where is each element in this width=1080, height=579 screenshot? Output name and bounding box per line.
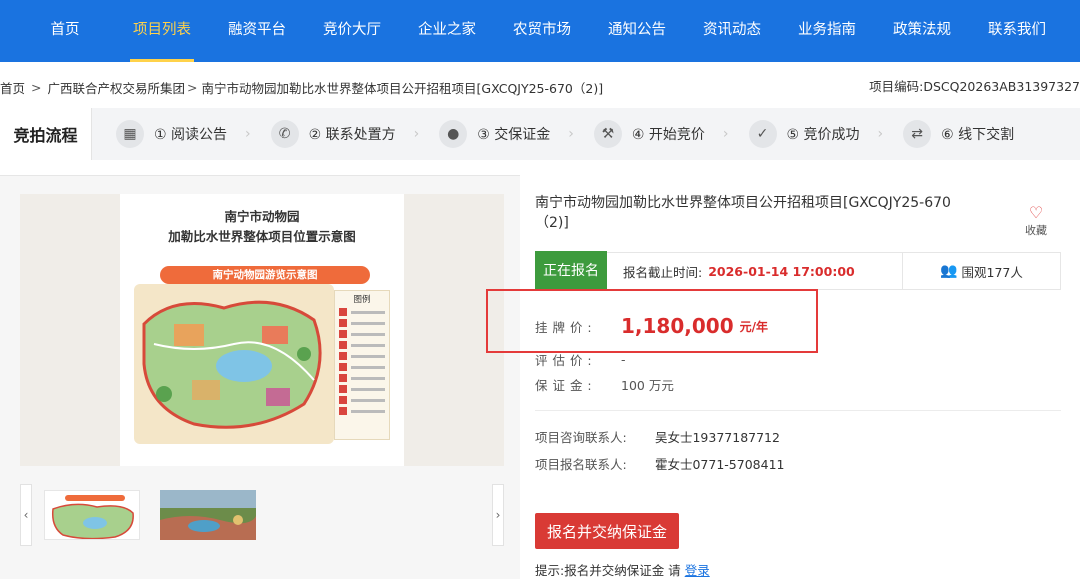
chevron-right-icon: ›: [413, 126, 420, 142]
viewers-label: 围观177人: [961, 264, 1023, 280]
price-unit: 元/年: [739, 319, 768, 334]
favorite-button[interactable]: ♡ 收藏: [1010, 204, 1062, 238]
deposit-row: 保 证 金 : 100 万元: [535, 375, 674, 394]
main-image[interactable]: 南宁市动物园 加勒比水世界整体项目位置示意图 南宁动物园游览示意图 图例: [120, 194, 404, 466]
map-banner: 南宁动物园游览示意图: [160, 266, 370, 284]
nav-item-agri-market[interactable]: 农贸市场: [510, 0, 574, 62]
gavel-icon: ⚒: [593, 120, 622, 148]
thumbnail-aerial-photo[interactable]: [160, 490, 256, 540]
appraisal-value: -: [621, 352, 626, 367]
legend-row: [339, 341, 385, 349]
flow-step-offline-delivery: ⇄ ⑥ 线下交割: [903, 120, 1014, 148]
divider: [535, 410, 1061, 411]
nav-item-enterprise[interactable]: 企业之家: [384, 0, 510, 62]
deadline-value: 2026-01-14 17:00:00: [708, 263, 855, 279]
register-and-pay-deposit-button[interactable]: 报名并交纳保证金: [535, 513, 679, 549]
phone-icon: ✆: [270, 120, 299, 148]
check-icon: ✓: [748, 120, 777, 148]
favorite-label: 收藏: [1025, 224, 1047, 237]
auction-flow-bar: 竞拍流程 ▦ ① 阅读公告 › ✆ ② 联系处置方 › ● ③ 交保证金 › ⚒…: [0, 108, 1080, 160]
map-legend: 图例: [334, 290, 390, 440]
legend-row: [339, 396, 385, 404]
flow-step-label: ① 阅读公告: [154, 127, 228, 143]
deposit-label: 保 证 金 :: [535, 378, 593, 393]
status-badge: 正在报名: [535, 251, 607, 289]
flow-step-label: ② 联系处置方: [308, 127, 396, 143]
park-map-illustration: [134, 284, 334, 444]
flow-title: 竞拍流程: [0, 108, 92, 160]
listing-price-label: 挂 牌 价 :: [535, 319, 593, 335]
login-tip: 提示:报名并交纳保证金 请登录: [535, 560, 710, 579]
legend-row: [339, 319, 385, 327]
breadcrumb-home[interactable]: 首页: [0, 78, 25, 97]
thumbnail-strip: ‹ ›: [20, 484, 504, 546]
status-row: 正在报名 报名截止时间: 2026-01-14 17:00:00 👥 围观177…: [535, 251, 1061, 290]
register-contact-row: 项目报名联系人: 霍女士0771-5708411: [535, 454, 784, 473]
consult-contact-value: 吴女士19377187712: [654, 430, 780, 445]
map-title-line1: 南宁市动物园: [224, 209, 300, 224]
nav-item-financing[interactable]: 融资平台: [194, 0, 320, 62]
announcement-icon: ▦: [116, 120, 144, 148]
flow-step-label: ⑥ 线下交割: [941, 127, 1015, 143]
chevron-right-icon: ›: [877, 126, 884, 142]
legend-row: [339, 374, 385, 382]
thumbnail-prev-arrow[interactable]: ‹: [20, 484, 32, 546]
flow-step-label: ⑤ 竞价成功: [786, 127, 860, 143]
tip-text: 提示:报名并交纳保证金 请: [535, 563, 681, 578]
legend-row: [339, 363, 385, 371]
chevron-right-icon: ›: [568, 126, 574, 142]
listing-price-value: 1,180,000: [621, 314, 734, 338]
breadcrumb-separator: >: [31, 79, 42, 95]
legend-row: [339, 385, 385, 393]
heart-icon: ♡: [1028, 203, 1044, 222]
flow-step-bid-success: ✓ ⑤ 竞价成功 ›: [748, 120, 884, 148]
nav-item-policy[interactable]: 政策法规: [890, 0, 954, 62]
flow-step-label: ③ 交保证金: [477, 127, 551, 143]
appraisal-label: 评 估 价 :: [535, 353, 593, 368]
thumbnail-next-arrow[interactable]: ›: [492, 484, 504, 546]
nav-item-notices[interactable]: 通知公告: [574, 0, 700, 62]
nav-item-guide[interactable]: 业务指南: [764, 0, 890, 62]
coins-icon: ●: [439, 120, 468, 148]
nav-item-contact[interactable]: 联系我们: [954, 0, 1080, 62]
legend-title: 图例: [353, 295, 371, 305]
breadcrumb-separator: >: [187, 79, 198, 95]
appraisal-row: 评 估 价 : -: [535, 350, 626, 369]
legend-row: [339, 407, 385, 415]
flow-step-label: ④ 开始竞价: [631, 127, 705, 143]
breadcrumb: 首页 > 广西联合产权交易所集团 > 南宁市动物园加勒比水世界整体项目公开招租项…: [0, 76, 1080, 98]
register-contact-label: 项目报名联系人:: [535, 457, 627, 472]
legend-row: [339, 330, 385, 338]
flow-step-contact: ✆ ② 联系处置方 ›: [270, 120, 420, 148]
consult-contact-label: 项目咨询联系人:: [535, 430, 627, 445]
chevron-right-icon: ›: [245, 126, 251, 142]
project-code: 项目编码:DSCQ20263AB31397327: [869, 79, 1080, 94]
flow-step-deposit: ● ③ 交保证金 ›: [439, 120, 574, 148]
people-icon: 👥: [940, 263, 958, 279]
listing-price-row: 挂 牌 价 : 1,180,000 元/年: [535, 314, 768, 338]
legend-row: [339, 352, 385, 360]
login-link[interactable]: 登录: [685, 563, 710, 578]
flow-step-read-notice: ▦ ① 阅读公告 ›: [116, 120, 251, 148]
thumbnail-park-map[interactable]: [44, 490, 140, 540]
exchange-icon: ⇄: [903, 120, 932, 148]
project-title: 南宁市动物园加勒比水世界整体项目公开招租项目[GXCQJY25-670（2)]: [535, 195, 951, 231]
top-nav: 首页 项目列表 融资平台 竞价大厅 企业之家 农贸市场 通知公告 资讯动态 业务…: [0, 0, 1080, 62]
flow-step-start-bidding: ⚒ ④ 开始竞价 ›: [593, 120, 729, 148]
breadcrumb-group[interactable]: 广西联合产权交易所集团: [48, 78, 186, 97]
register-contact-value: 霍女士0771-5708411: [654, 457, 785, 472]
nav-item-projects[interactable]: 项目列表: [130, 0, 194, 62]
consult-contact-row: 项目咨询联系人: 吴女士19377187712: [535, 427, 780, 446]
viewers-count: 👥 围观177人: [902, 253, 1060, 289]
chevron-right-icon: ›: [722, 126, 729, 142]
breadcrumb-current: 南宁市动物园加勒比水世界整体项目公开招租项目[GXCQJY25-670（2)]: [201, 80, 604, 96]
deadline-label: 报名截止时间:: [623, 264, 703, 280]
nav-item-home[interactable]: 首页: [0, 0, 130, 62]
nav-item-news[interactable]: 资讯动态: [700, 0, 764, 62]
map-title-line2: 加勒比水世界整体项目位置示意图: [168, 229, 356, 244]
nav-item-bidding-hall[interactable]: 竞价大厅: [320, 0, 384, 62]
deposit-value: 100 万元: [621, 378, 674, 393]
legend-row: [339, 308, 385, 316]
